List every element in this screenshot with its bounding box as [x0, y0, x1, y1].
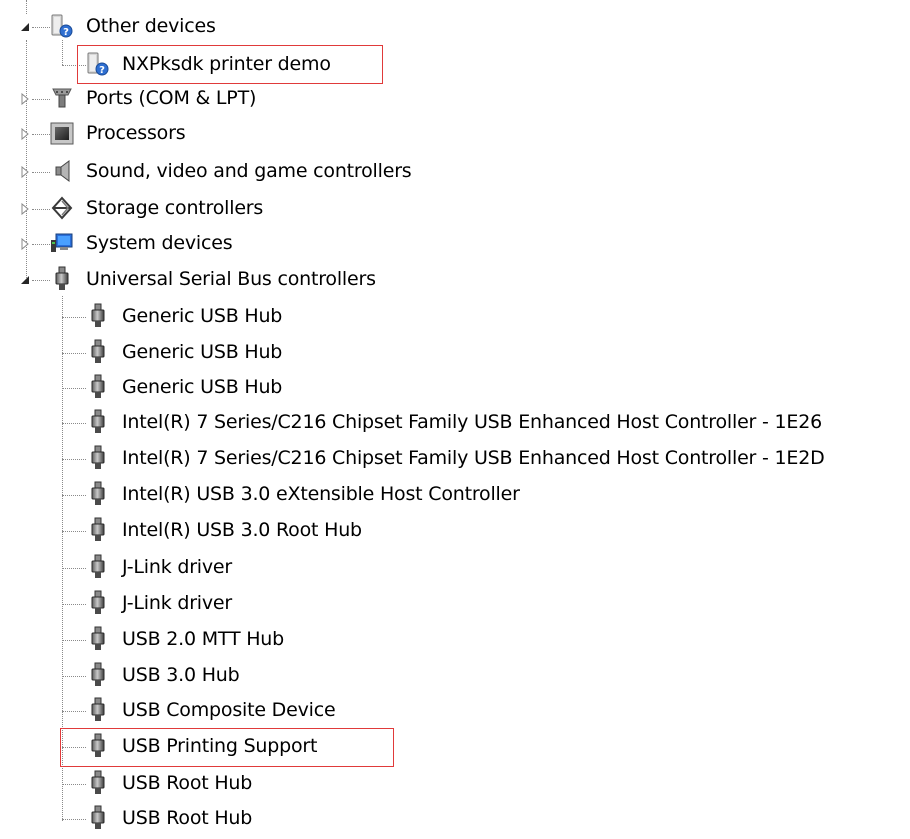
usb-device-item[interactable]: Intel(R) USB 3.0 eXtensible Host Control…	[0, 478, 910, 512]
category-label: Other devices	[86, 15, 216, 37]
tree-connector	[62, 353, 86, 354]
category-processors[interactable]: Processors	[0, 117, 910, 151]
device-label: Intel(R) USB 3.0 eXtensible Host Control…	[122, 483, 520, 505]
tree-connector	[32, 99, 50, 100]
collapsed-arrow-icon[interactable]	[18, 165, 32, 179]
collapsed-arrow-icon[interactable]	[18, 92, 32, 106]
usb-device-item[interactable]: J-Link driver	[0, 551, 910, 585]
usb-device-item[interactable]: Generic USB Hub	[0, 300, 910, 334]
device-label: Intel(R) 7 Series/C216 Chipset Family US…	[122, 447, 825, 469]
tree-connector	[62, 388, 86, 389]
usb-device-item[interactable]: Intel(R) 7 Series/C216 Chipset Family US…	[0, 442, 910, 476]
tree-connector	[62, 711, 86, 712]
device-label: USB 2.0 MTT Hub	[122, 628, 284, 650]
category-label: Universal Serial Bus controllers	[86, 268, 376, 290]
tree-connector	[62, 819, 86, 820]
highlight-box	[60, 728, 394, 767]
usb-device-item[interactable]: J-Link driver	[0, 587, 910, 621]
usb-plug-icon	[91, 697, 105, 721]
tree-connector	[62, 568, 86, 569]
usb-plug-icon	[91, 590, 105, 614]
category-label: Processors	[86, 122, 186, 144]
device-label: Intel(R) USB 3.0 Root Hub	[122, 519, 362, 541]
tree-connector	[62, 317, 86, 318]
tree-connector	[62, 423, 86, 424]
usb-plug-icon	[91, 662, 105, 686]
port-icon	[52, 88, 72, 108]
category-system-devices[interactable]: System devices	[0, 227, 910, 261]
usb-device-item[interactable]: USB 2.0 MTT Hub	[0, 623, 910, 657]
usb-plug-icon	[91, 374, 105, 398]
device-label: USB Root Hub	[122, 772, 253, 794]
collapsed-arrow-icon[interactable]	[18, 202, 32, 216]
tree-connector	[62, 784, 86, 785]
tree-connector	[62, 640, 86, 641]
usb-device-item[interactable]: USB Root Hub	[0, 802, 910, 836]
category-usb-controllers[interactable]: Universal Serial Bus controllers	[0, 263, 910, 297]
tree-connector	[32, 209, 50, 210]
category-ports[interactable]: Ports (COM & LPT)	[0, 82, 910, 116]
category-sound-video-game[interactable]: Sound, video and game controllers	[0, 155, 910, 189]
usb-plug-icon	[91, 445, 105, 469]
usb-device-item[interactable]: Generic USB Hub	[0, 336, 910, 370]
usb-plug-icon	[91, 481, 105, 505]
usb-device-item[interactable]: USB Composite Device	[0, 694, 910, 728]
usb-plug-icon	[91, 805, 105, 829]
device-label: Generic USB Hub	[122, 341, 283, 363]
usb-device-item[interactable]: Intel(R) 7 Series/C216 Chipset Family US…	[0, 406, 910, 440]
category-label: Ports (COM & LPT)	[86, 87, 257, 109]
tree-connector	[62, 531, 86, 532]
tree-connector	[32, 27, 50, 28]
tree-connector	[32, 134, 50, 135]
processor-icon	[50, 122, 74, 145]
category-storage-controllers[interactable]: Storage controllers	[0, 192, 910, 226]
tree-connector	[62, 676, 86, 677]
collapsed-arrow-icon[interactable]	[18, 237, 32, 251]
speaker-icon	[55, 160, 70, 182]
tree-connector	[32, 172, 50, 173]
tree-connector	[62, 604, 86, 605]
usb-plug-icon	[91, 339, 105, 363]
highlight-box	[77, 45, 383, 84]
tree-connector	[32, 280, 50, 281]
usb-plug-icon	[55, 266, 69, 290]
device-label: USB Composite Device	[122, 699, 336, 721]
category-label: Storage controllers	[86, 197, 264, 219]
device-tree: ? Other devices ? NXPksdk printer demo P…	[0, 0, 910, 839]
computer-icon	[51, 233, 73, 252]
device-label: Intel(R) 7 Series/C216 Chipset Family US…	[122, 411, 822, 433]
device-label: USB 3.0 Hub	[122, 664, 240, 686]
usb-plug-icon	[91, 770, 105, 794]
category-other-devices[interactable]: ? Other devices	[0, 10, 910, 44]
usb-plug-icon	[91, 409, 105, 433]
device-label: Generic USB Hub	[122, 376, 283, 398]
device-label: J-Link driver	[122, 592, 233, 614]
usb-device-item[interactable]: Intel(R) USB 3.0 Root Hub	[0, 514, 910, 548]
category-label: System devices	[86, 232, 233, 254]
usb-plug-icon	[91, 517, 105, 541]
usb-plug-icon	[91, 303, 105, 327]
unknown-device-icon: ?	[51, 14, 73, 38]
device-label: J-Link driver	[122, 556, 233, 578]
storage-icon	[51, 196, 73, 220]
tree-connector	[32, 244, 50, 245]
usb-device-item[interactable]: USB 3.0 Hub	[0, 659, 910, 693]
svg-text:?: ?	[63, 27, 69, 38]
expanded-arrow-icon[interactable]	[18, 273, 32, 287]
usb-plug-icon	[91, 626, 105, 650]
usb-plug-icon	[91, 554, 105, 578]
device-label: USB Root Hub	[122, 807, 253, 829]
tree-connector	[62, 459, 86, 460]
device-label: Generic USB Hub	[122, 305, 283, 327]
collapsed-arrow-icon[interactable]	[18, 127, 32, 141]
usb-device-item[interactable]: Generic USB Hub	[0, 371, 910, 405]
category-label: Sound, video and game controllers	[86, 160, 412, 182]
usb-device-item[interactable]: USB Root Hub	[0, 767, 910, 801]
expanded-arrow-icon[interactable]	[18, 20, 32, 34]
tree-connector	[62, 495, 86, 496]
